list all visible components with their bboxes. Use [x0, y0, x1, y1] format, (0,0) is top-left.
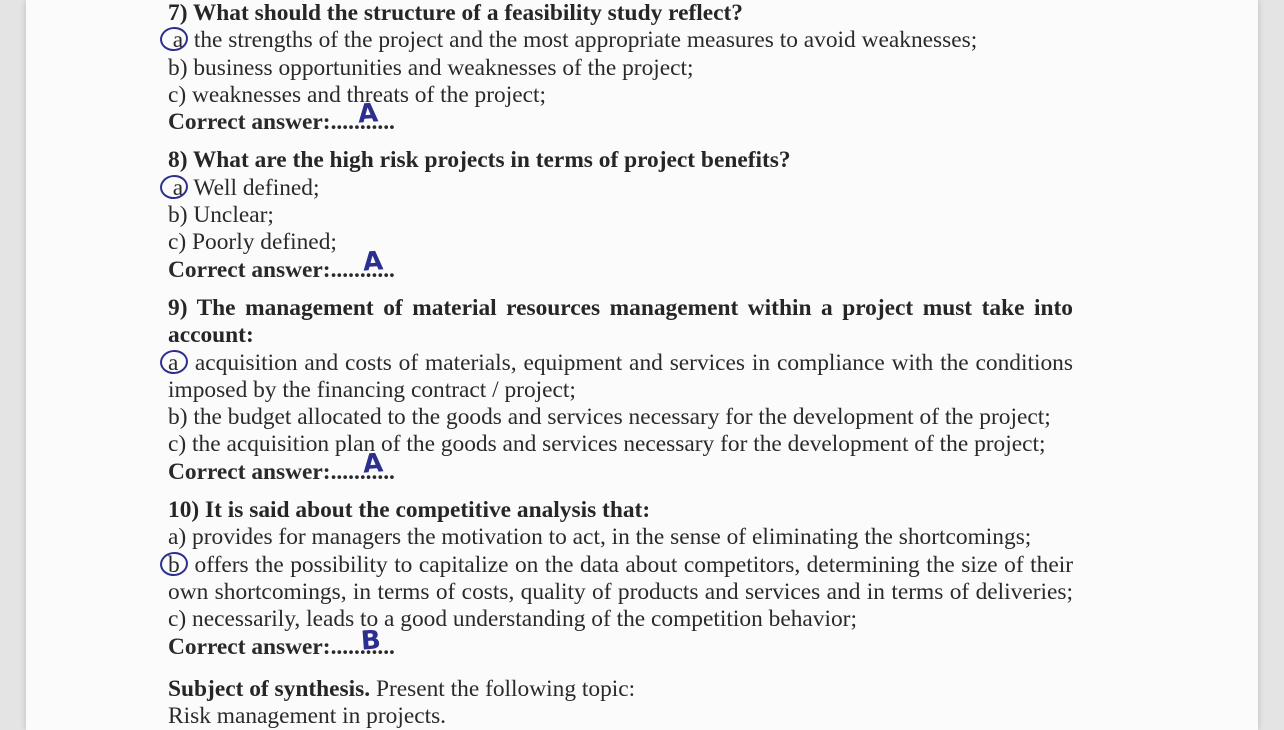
handwritten-answer: A: [361, 448, 385, 480]
question-10-option-c: c) necessarily, leads to a good understa…: [168, 606, 1073, 633]
circled-answer-mark: b: [168, 552, 188, 579]
option-text: necessarily, leads to a good understandi…: [186, 606, 857, 633]
question-9-title-cont: account:: [168, 322, 254, 349]
question-8-option-b: b) Unclear;: [168, 202, 1073, 229]
question-9: 9) The management of material resources …: [168, 295, 1073, 486]
question-7: 7) What should the structure of a feasib…: [168, 0, 1073, 136]
question-sheet: 7) What should the structure of a feasib…: [168, 0, 1073, 730]
synthesis-section: Subject of synthesis. Present the follow…: [168, 676, 1073, 730]
question-8-title: 8) What are the high risk projects in te…: [168, 147, 791, 174]
question-7-option-b: b) business opportunities and weaknesses…: [168, 55, 1073, 82]
option-letter: c): [168, 431, 187, 458]
option-text: Unclear;: [187, 202, 274, 229]
option-text: offers the possibility to capitalize on …: [188, 551, 1074, 578]
question-9-answer: Correct answer:........... A: [168, 448, 1073, 486]
option-letter: c): [168, 606, 187, 633]
option-text: the acquisition plan of the goods and se…: [186, 431, 1046, 458]
question-9-option-b: b) the budget allocated to the goods and…: [168, 404, 1073, 431]
option-text: the budget allocated to the goods and se…: [187, 404, 1051, 431]
circled-answer-mark: a: [168, 175, 188, 202]
option-letter: c): [168, 81, 187, 108]
question-7-title: 7) What should the structure of a feasib…: [168, 0, 744, 26]
question-7-answer: Correct answer:........... A: [168, 99, 1073, 136]
option-letter: b): [168, 54, 188, 81]
circled-answer-mark: a: [168, 350, 188, 377]
synthesis-topic: Risk management in projects.: [168, 703, 447, 730]
option-text: the strengths of the project and the mos…: [188, 27, 978, 54]
answer-label: Correct answer:...........: [168, 458, 395, 485]
option-text: provides for managers the motivation to …: [186, 524, 1032, 551]
option-letter: a): [168, 524, 187, 551]
handwritten-answer: A: [356, 98, 380, 130]
question-9-option-a-cont: imposed by the financing contract / proj…: [168, 376, 576, 403]
question-10-option-b: b offers the possibility to capitalize o…: [168, 552, 1073, 579]
synthesis-text: Present the following topic:: [370, 675, 636, 702]
question-8-answer: Correct answer:........... A: [168, 246, 1073, 284]
option-text: business opportunities and weaknesses of…: [187, 54, 694, 81]
question-10: 10) It is said about the competitive ana…: [168, 497, 1073, 661]
document-page: 7) What should the structure of a feasib…: [26, 0, 1258, 730]
synthesis-label: Subject of synthesis.: [168, 675, 371, 702]
question-8-option-c: c) Poorly defined;: [168, 229, 1073, 256]
question-7-option-c: c) weaknesses and threats of the project…: [168, 82, 1073, 109]
question-9-option-c: c) the acquisition plan of the goods and…: [168, 431, 1073, 458]
question-9-option-a: a acquisition and costs of materials, eq…: [168, 350, 1073, 377]
option-letter: c): [168, 229, 187, 256]
synthesis-heading: Subject of synthesis. Present the follow…: [168, 676, 1073, 703]
question-8: 8) What are the high risk projects in te…: [168, 147, 1073, 283]
circled-answer-mark: a: [168, 27, 188, 54]
option-text: Well defined;: [188, 174, 320, 201]
option-text: Poorly defined;: [186, 229, 337, 256]
question-7-option-a: a the strengths of the project and the m…: [168, 27, 1073, 54]
question-10-option-a: a) provides for managers the motivation …: [168, 524, 1073, 551]
handwritten-answer: A: [361, 246, 385, 278]
handwritten-answer: B: [359, 624, 382, 657]
answer-label: Correct answer:...........: [168, 256, 395, 283]
option-text: acquisition and costs of materials, equi…: [188, 349, 1073, 376]
question-10-answer: Correct answer:........... B: [168, 625, 1073, 661]
option-letter: b): [168, 404, 188, 431]
question-10-title: 10) It is said about the competitive ana…: [168, 497, 651, 524]
question-8-option-a: a Well defined;: [168, 175, 1073, 202]
question-9-title: 9) The management of material resources …: [168, 294, 1073, 321]
question-10-option-b-cont: own shortcomings, in terms of costs, qua…: [168, 578, 1073, 605]
option-letter: b): [168, 202, 188, 229]
